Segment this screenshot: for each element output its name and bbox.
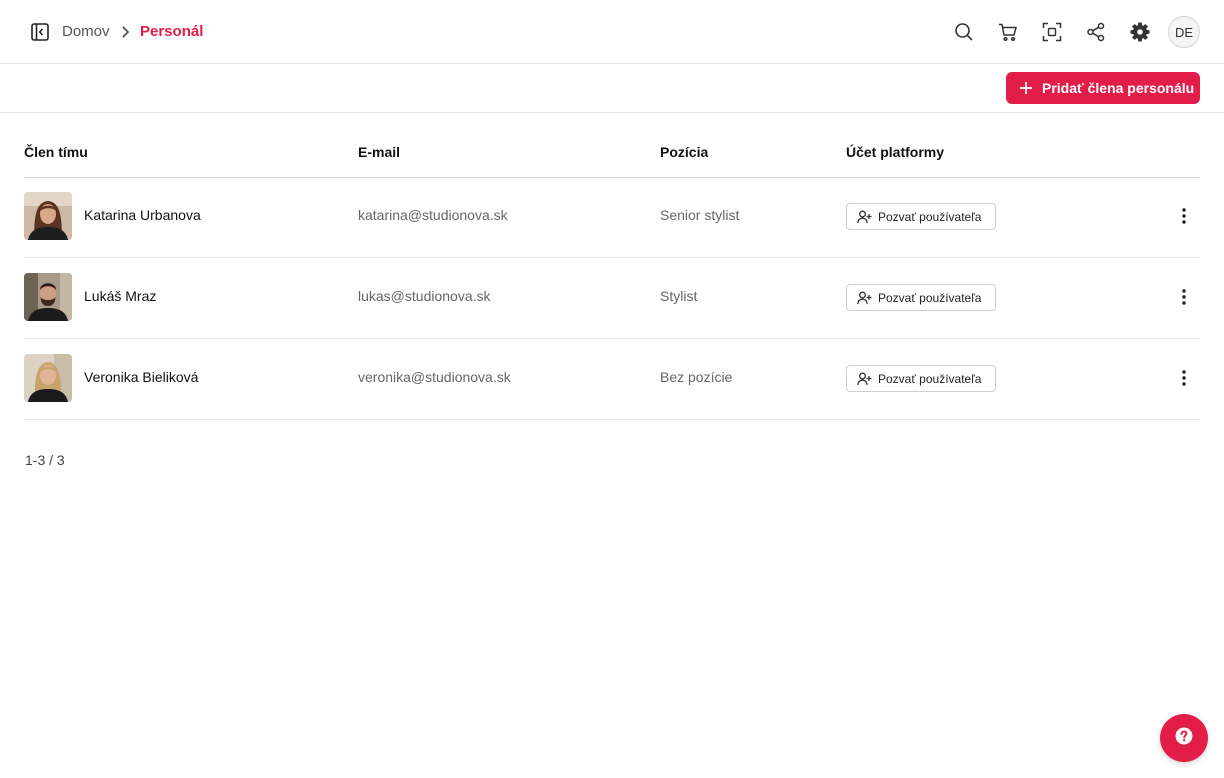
member-name: Katarina Urbanova (84, 207, 201, 223)
invite-user-button[interactable]: Pozvať používateľa (846, 203, 996, 230)
table-row[interactable]: Veronika Bieliková veronika@studionova.s… (24, 339, 1200, 420)
plus-icon (1018, 80, 1034, 96)
member-position: Senior stylist (660, 207, 740, 223)
help-button[interactable] (1160, 714, 1208, 762)
user-avatar[interactable]: DE (1168, 16, 1200, 48)
pagination-info: 1-3 / 3 (25, 452, 65, 468)
user-plus-icon (856, 290, 872, 306)
more-options-icon[interactable] (1174, 287, 1194, 307)
member-email: veronika@studionova.sk (358, 369, 511, 385)
table-header: Člen tímu E-mail Pozícia Účet platformy (24, 130, 1200, 178)
top-bar: Domov Personál DE (0, 0, 1224, 64)
breadcrumb-home[interactable]: Domov (62, 22, 110, 42)
more-options-icon[interactable] (1174, 206, 1194, 226)
avatar (24, 354, 72, 402)
invite-user-label: Pozvať používateľa (878, 371, 982, 386)
member-name: Lukáš Mraz (84, 288, 157, 304)
column-header-position: Pozícia (660, 144, 709, 160)
help-icon (1175, 727, 1193, 750)
invite-user-button[interactable]: Pozvať používateľa (846, 365, 996, 392)
settings-icon[interactable] (1128, 20, 1152, 44)
user-plus-icon (856, 371, 872, 387)
table-row[interactable]: Katarina Urbanova katarina@studionova.sk… (24, 177, 1200, 258)
invite-user-button[interactable]: Pozvať používateľa (846, 284, 996, 311)
column-header-email: E-mail (358, 144, 401, 160)
scan-icon[interactable] (1040, 20, 1064, 44)
search-icon[interactable] (952, 20, 976, 44)
add-staff-label: Pridať člena personálu (1042, 80, 1195, 96)
more-options-icon[interactable] (1174, 368, 1194, 388)
action-bar: Pridať člena personálu (0, 64, 1224, 113)
member-email: lukas@studionova.sk (358, 288, 491, 304)
column-header-account: Účet platformy (846, 144, 945, 160)
user-plus-icon (856, 209, 872, 225)
member-position: Bez pozície (660, 369, 733, 385)
avatar (24, 192, 72, 240)
cart-icon[interactable] (996, 20, 1020, 44)
table-row[interactable]: Lukáš Mraz lukas@studionova.sk Stylist P… (24, 258, 1200, 339)
add-staff-button[interactable]: Pridať člena personálu (1006, 72, 1200, 104)
invite-user-label: Pozvať používateľa (878, 290, 982, 305)
member-email: katarina@studionova.sk (358, 207, 508, 223)
avatar (24, 273, 72, 321)
member-position: Stylist (660, 288, 698, 304)
chevron-right-icon (117, 22, 133, 42)
invite-user-label: Pozvať používateľa (878, 209, 982, 224)
member-name: Veronika Bieliková (84, 369, 199, 385)
sidebar-toggle-icon[interactable] (30, 22, 50, 42)
share-icon[interactable] (1084, 20, 1108, 44)
column-header-member: Člen tímu (24, 144, 88, 160)
breadcrumb-current: Personál (140, 23, 204, 40)
